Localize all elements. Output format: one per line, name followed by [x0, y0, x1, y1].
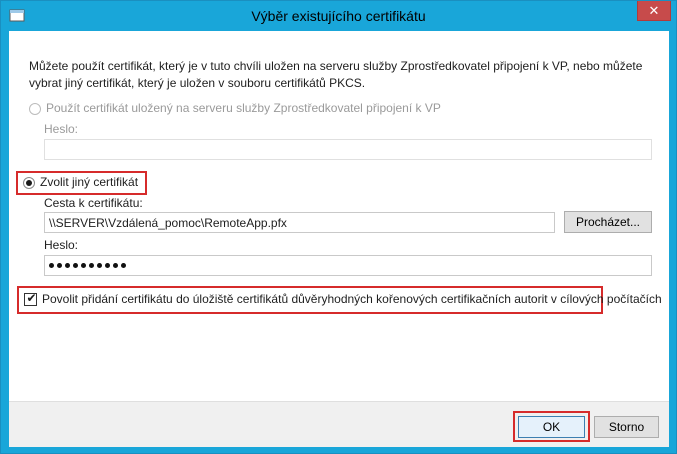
close-icon: ✕ [648, 3, 660, 18]
title-bar[interactable]: Výběr existujícího certifikátu ✕ [1, 1, 676, 31]
certificate-path-label: Cesta k certifikátu: [44, 196, 143, 210]
server-password-label: Heslo: [44, 122, 79, 136]
password-dot [89, 263, 94, 268]
dialog-footer: OK Storno [9, 401, 669, 447]
password-dot [105, 263, 110, 268]
checkmark-icon: ✔ [26, 291, 37, 305]
radio-use-server-certificate-label: Použít certifikát uložený na serveru slu… [46, 101, 441, 115]
dialog-window: Výběr existujícího certifikátu ✕ Můžete … [0, 0, 677, 454]
password-dot [73, 263, 78, 268]
ok-button[interactable]: OK [518, 416, 585, 438]
dialog-content: Můžete použít certifikát, který je v tut… [9, 31, 669, 439]
certificate-password-field[interactable] [44, 255, 652, 276]
server-password-field[interactable] [44, 139, 652, 160]
radio-use-server-certificate[interactable] [29, 103, 41, 115]
cancel-button[interactable]: Storno [594, 416, 659, 438]
radio-choose-other-certificate-label: Zvolit jiný certifikát [40, 175, 139, 189]
description-text: Můžete použít certifikát, který je v tut… [29, 59, 643, 90]
radio-choose-other-certificate[interactable] [23, 177, 35, 189]
allow-root-store-label: Povolit přidání certifikátu do úložiště … [42, 292, 662, 306]
close-button[interactable]: ✕ [637, 1, 671, 21]
password-dot [81, 263, 86, 268]
certificate-path-field[interactable]: \\SERVER\Vzdálená_pomoc\RemoteApp.pfx [44, 212, 555, 233]
password-dot [65, 263, 70, 268]
password-dot [121, 263, 126, 268]
password-mask-dots [49, 259, 647, 272]
certificate-password-label: Heslo: [44, 238, 79, 252]
window-title: Výběr existujícího certifikátu [251, 8, 426, 24]
password-dot [113, 263, 118, 268]
password-dot [97, 263, 102, 268]
browse-button[interactable]: Procházet... [564, 211, 652, 233]
password-dot [57, 263, 62, 268]
password-dot [49, 263, 54, 268]
allow-root-store-checkbox[interactable]: ✔ [24, 291, 37, 306]
